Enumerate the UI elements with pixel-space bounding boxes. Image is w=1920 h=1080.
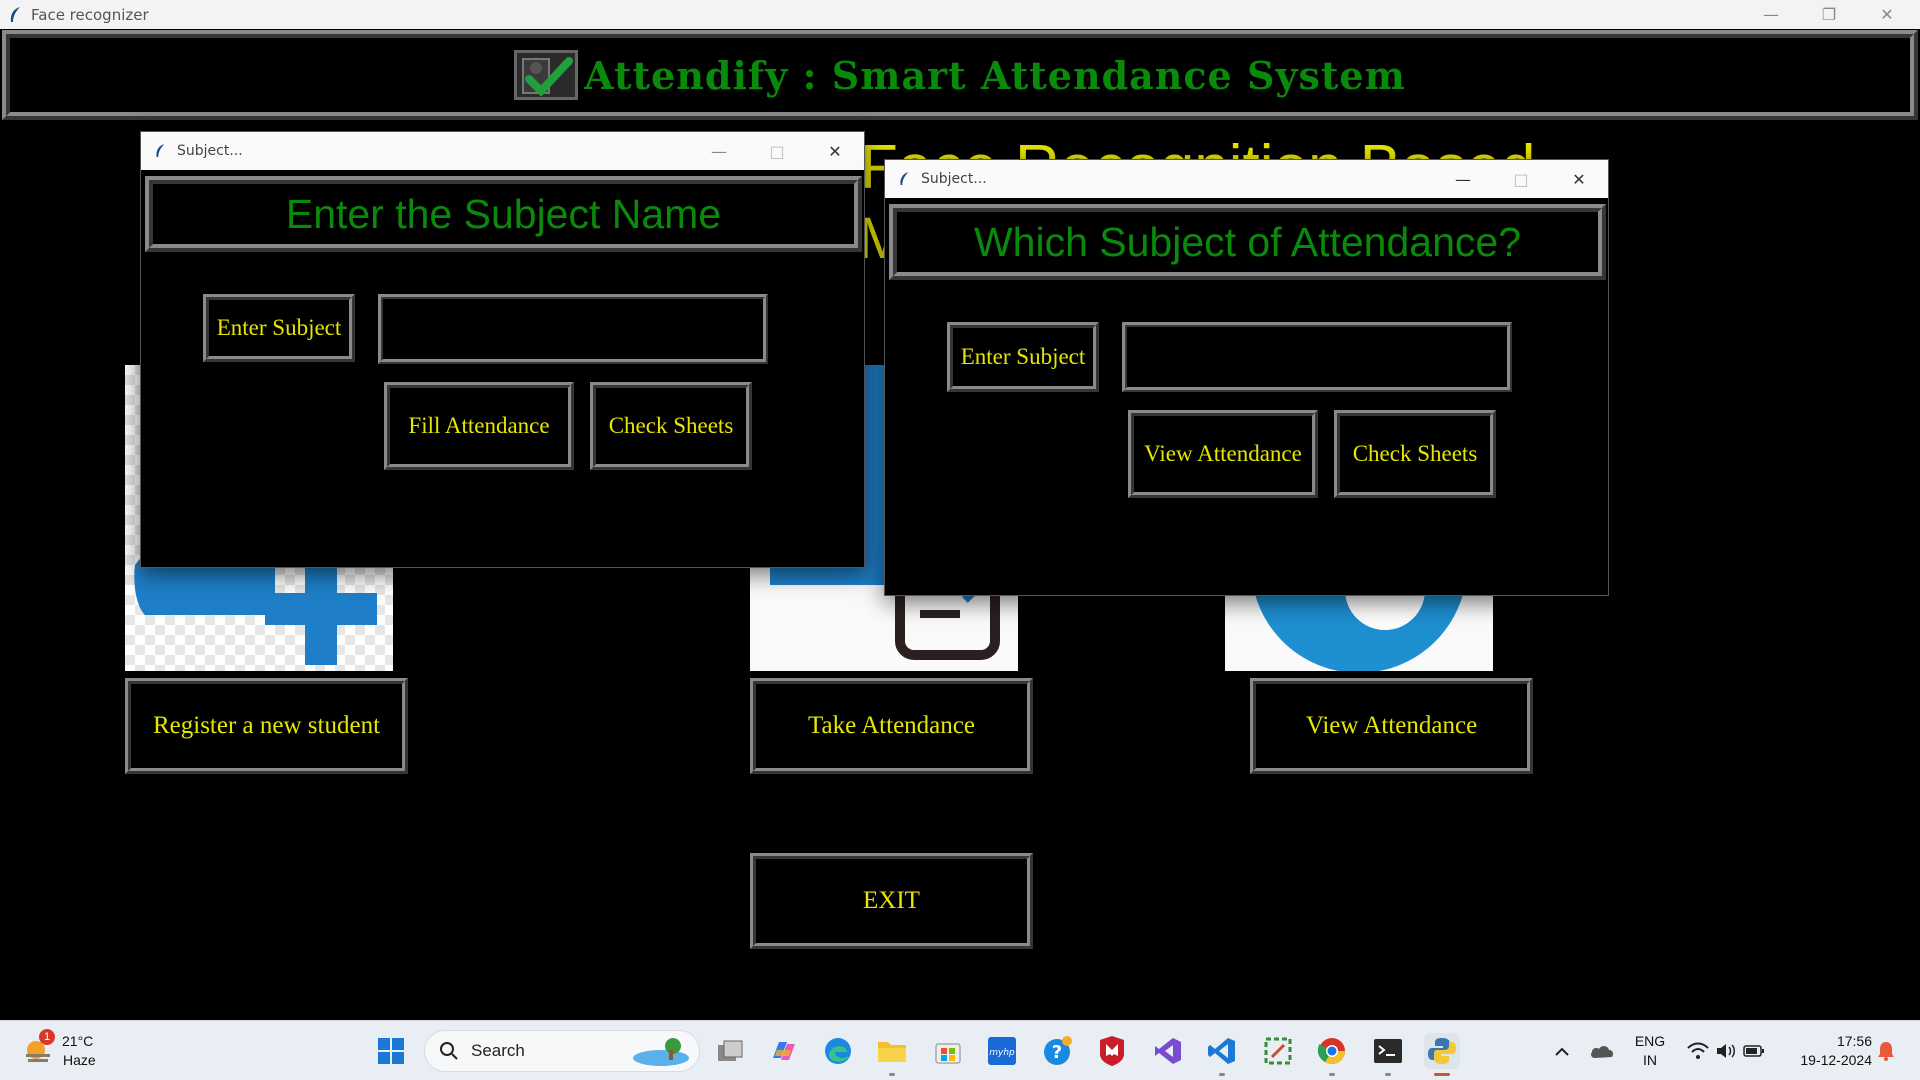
close-icon[interactable]: ✕ xyxy=(1858,0,1916,29)
task-view-icon[interactable] xyxy=(712,1033,748,1069)
dialog-titlebar: Subject... — □ ✕ xyxy=(141,132,864,170)
view-attendance-dialog: Subject... — □ ✕ Which Subject of Attend… xyxy=(884,159,1609,596)
weather-haze-icon[interactable]: 1 xyxy=(20,1029,56,1069)
svg-text:?: ? xyxy=(1052,1042,1062,1063)
view-attendance-dialog-button[interactable]: View Attendance xyxy=(1128,410,1318,498)
maximize-icon[interactable]: □ xyxy=(1492,160,1550,198)
check-sheets-button[interactable]: Check Sheets xyxy=(1334,410,1496,498)
subject-input[interactable] xyxy=(1122,322,1512,392)
weather-temp: 21°C xyxy=(62,1033,94,1049)
taskbar: 1 21°C Haze Search myhp ? ENG IN 17:56 1… xyxy=(0,1020,1920,1080)
maximize-icon[interactable]: □ xyxy=(748,132,806,170)
running-indicator xyxy=(1385,1073,1391,1076)
register-student-button[interactable]: Register a new student xyxy=(125,678,408,774)
app-header: Attendify : Smart Attendance System xyxy=(2,30,1918,120)
exit-button[interactable]: EXIT xyxy=(750,853,1033,949)
close-icon[interactable]: ✕ xyxy=(1550,160,1608,198)
myhp-icon[interactable]: myhp xyxy=(984,1033,1020,1069)
dialog-title: Subject... xyxy=(921,171,987,187)
attendance-check-icon xyxy=(514,50,579,100)
enter-subject-label: Enter Subject xyxy=(947,322,1099,392)
terminal-icon[interactable] xyxy=(1370,1033,1406,1076)
view-attendance-button[interactable]: View Attendance xyxy=(1250,678,1533,774)
snipping-tool-icon[interactable] xyxy=(1260,1033,1296,1069)
dialog-heading: Enter the Subject Name xyxy=(145,176,862,252)
minimize-icon[interactable]: — xyxy=(690,132,748,170)
enter-subject-label: Enter Subject xyxy=(203,294,355,362)
clock-date[interactable]: 19-12-2024 xyxy=(1780,1051,1872,1069)
fill-attendance-dialog: Subject... — □ ✕ Enter the Subject Name … xyxy=(140,131,865,568)
battery-icon[interactable] xyxy=(1736,1033,1772,1069)
search-icon xyxy=(440,1042,458,1060)
weather-desc: Haze xyxy=(63,1052,96,1068)
svg-text:myhp: myhp xyxy=(989,1048,1015,1058)
taskbar-search[interactable]: Search xyxy=(424,1030,700,1072)
restore-icon[interactable]: ❐ xyxy=(1800,0,1858,29)
window-title: Face recognizer xyxy=(31,5,149,24)
edge-browser-icon[interactable] xyxy=(820,1033,856,1069)
file-explorer-icon[interactable] xyxy=(874,1033,910,1076)
weather-badge: 1 xyxy=(39,1029,55,1045)
search-label: Search xyxy=(471,1041,525,1060)
notification-bell-icon[interactable] xyxy=(1868,1033,1904,1069)
dialog-heading: Which Subject of Attendance? xyxy=(889,204,1606,280)
tk-feather-icon xyxy=(4,4,26,26)
onedrive-icon[interactable] xyxy=(1584,1033,1620,1069)
chevron-up-icon[interactable] xyxy=(1544,1033,1580,1069)
vscode-icon[interactable] xyxy=(1204,1033,1240,1076)
minimize-icon[interactable]: — xyxy=(1434,160,1492,198)
running-indicator xyxy=(1329,1073,1335,1076)
mcafee-icon[interactable] xyxy=(1094,1033,1130,1069)
minimize-icon[interactable]: — xyxy=(1742,0,1800,29)
clock-time[interactable]: 17:56 xyxy=(1780,1032,1872,1050)
microsoft-store-icon[interactable] xyxy=(930,1033,966,1069)
dialog-title: Subject... xyxy=(177,143,243,159)
check-sheets-button[interactable]: Check Sheets xyxy=(590,382,752,470)
chrome-icon[interactable] xyxy=(1314,1033,1350,1076)
windows-start-icon[interactable] xyxy=(373,1033,409,1069)
dialog-titlebar: Subject... — □ ✕ xyxy=(885,160,1608,198)
running-indicator xyxy=(889,1073,895,1076)
region-label[interactable]: IN xyxy=(1630,1051,1670,1069)
main-titlebar: Face recognizer — ❐ ✕ xyxy=(0,0,1920,29)
copilot-icon[interactable] xyxy=(766,1033,802,1069)
visual-studio-icon[interactable] xyxy=(1150,1033,1186,1069)
running-indicator xyxy=(1219,1073,1225,1076)
tk-feather-icon xyxy=(151,141,169,161)
subject-input[interactable] xyxy=(378,294,768,364)
help-icon[interactable]: ? xyxy=(1040,1033,1076,1069)
tk-feather-icon xyxy=(895,169,913,189)
search-highlight-icon xyxy=(633,1038,689,1066)
take-attendance-button[interactable]: Take Attendance xyxy=(750,678,1033,774)
python-icon[interactable] xyxy=(1424,1033,1460,1076)
language-label[interactable]: ENG xyxy=(1630,1032,1670,1050)
close-icon[interactable]: ✕ xyxy=(806,132,864,170)
active-indicator xyxy=(1434,1073,1450,1076)
fill-attendance-button[interactable]: Fill Attendance xyxy=(384,382,574,470)
app-title: Attendify : Smart Attendance System xyxy=(584,52,1406,98)
